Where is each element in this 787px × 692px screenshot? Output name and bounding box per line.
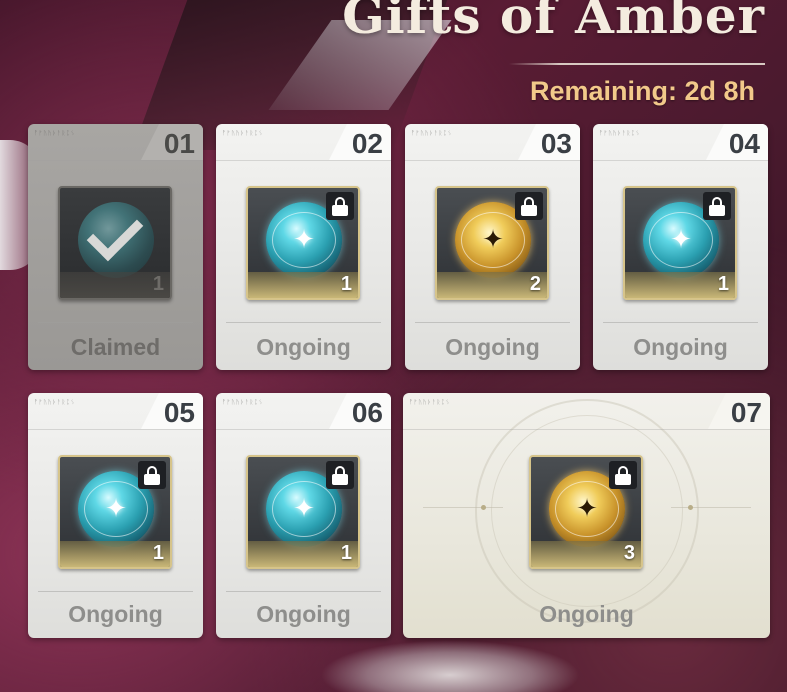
card-number: 02 (351, 128, 383, 159)
lock-icon (515, 192, 543, 220)
card-code: ᚡᚠᚢᚤᚦᚨᚱᛈᛊ (222, 399, 264, 406)
card-status: Ongoing (68, 601, 163, 627)
event-title: Gifts of Amber (342, 0, 765, 45)
card-status: Ongoing (256, 334, 351, 360)
lock-icon (138, 461, 166, 489)
reward-item[interactable]: ✦ 1 (246, 186, 360, 300)
card-code: ᚡᚠᚢᚤᚦᚨᚱᛈᛊ (409, 399, 451, 406)
card-code: ᚡᚠᚢᚤᚦᚨᚱᛈᛊ (222, 130, 264, 137)
reward-card-02[interactable]: ᚡᚠᚢᚤᚦᚨᚱᛈᛊ 02 ✦ 1 Ongoing (216, 124, 391, 370)
reward-item[interactable]: ✦ 1 (58, 455, 172, 569)
item-count: 1 (340, 273, 352, 295)
card-status: Ongoing (445, 334, 540, 360)
lock-icon (326, 461, 354, 489)
reward-card-04[interactable]: ᚡᚠᚢᚤᚦᚨᚱᛈᛊ 04 ✦ 1 Ongoing (593, 124, 768, 370)
card-status: Ongoing (633, 334, 728, 360)
card-status: Ongoing (539, 601, 634, 627)
item-count: 1 (717, 273, 729, 295)
lock-icon (609, 461, 637, 489)
event-header: Gifts of Amber Remaining: 2d 8h (265, 0, 765, 120)
reward-item[interactable]: ✦ 2 (435, 186, 549, 300)
reward-card-05[interactable]: ᚡᚠᚢᚤᚦᚨᚱᛈᛊ 05 ✦ 1 Ongoing (28, 393, 203, 638)
lock-icon (326, 192, 354, 220)
remaining-time: Remaining: 2d 8h (529, 76, 755, 106)
reward-card-01[interactable]: ᚡᚠᚢᚤᚦᚨᚱᛈᛊ 01 1 Claimed (28, 124, 203, 370)
reward-card-07[interactable]: ᚡᚠᚢᚤᚦᚨᚱᛈᛊ 07 ✦ 3 Ongoing (403, 393, 770, 638)
reward-card-06[interactable]: ᚡᚠᚢᚤᚦᚨᚱᛈᛊ 06 ✦ 1 Ongoing (216, 393, 391, 638)
reward-item[interactable]: 1 (58, 186, 172, 300)
card-number: 06 (351, 397, 383, 428)
reward-item[interactable]: ✦ 3 (529, 455, 643, 569)
card-number: 01 (163, 128, 195, 159)
item-count: 1 (152, 273, 164, 295)
card-code: ᚡᚠᚢᚤᚦᚨᚱᛈᛊ (411, 130, 453, 137)
card-status: Ongoing (256, 601, 351, 627)
card-code: ᚡᚠᚢᚤᚦᚨᚱᛈᛊ (599, 130, 641, 137)
card-number: 05 (163, 397, 195, 428)
reward-card-03[interactable]: ᚡᚠᚢᚤᚦᚨᚱᛈᛊ 03 ✦ 2 Ongoing (405, 124, 580, 370)
card-number: 07 (730, 397, 762, 428)
card-code: ᚡᚠᚢᚤᚦᚨᚱᛈᛊ (34, 399, 76, 406)
item-count: 2 (529, 273, 541, 295)
item-count: 3 (623, 542, 635, 564)
title-divider (509, 63, 765, 65)
card-code: ᚡᚠᚢᚤᚦᚨᚱᛈᛊ (34, 130, 76, 137)
card-number: 03 (540, 128, 572, 159)
reward-item[interactable]: ✦ 1 (246, 455, 360, 569)
item-count: 1 (152, 542, 164, 564)
background-cloud (320, 640, 580, 692)
item-count: 1 (340, 542, 352, 564)
card-status: Claimed (70, 334, 161, 360)
lock-icon (703, 192, 731, 220)
reward-item[interactable]: ✦ 1 (623, 186, 737, 300)
card-number: 04 (728, 128, 760, 159)
